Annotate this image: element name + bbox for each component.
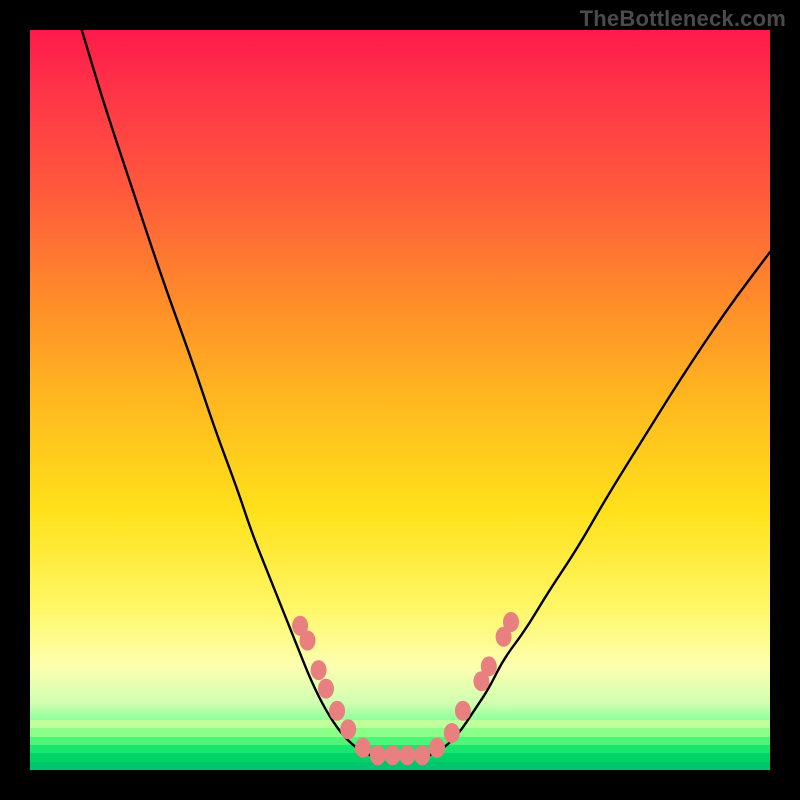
valley-marker: [481, 656, 497, 676]
valley-marker: [300, 631, 316, 651]
valley-marker: [340, 719, 356, 739]
curve-layer: [30, 30, 770, 770]
chart-frame: TheBottleneck.com: [0, 0, 800, 800]
valley-marker: [318, 679, 334, 699]
valley-marker: [385, 745, 401, 765]
valley-marker: [399, 745, 415, 765]
valley-marker: [311, 660, 327, 680]
plot-area: [30, 30, 770, 770]
valley-marker: [503, 612, 519, 632]
watermark-text: TheBottleneck.com: [580, 6, 786, 32]
valley-marker: [329, 701, 345, 721]
valley-marker: [414, 745, 430, 765]
valley-marker: [429, 738, 445, 758]
valley-marker: [370, 745, 386, 765]
valley-marker: [455, 701, 471, 721]
valley-marker: [355, 738, 371, 758]
valley-marker: [444, 723, 460, 743]
curve-left-curve: [82, 30, 371, 755]
